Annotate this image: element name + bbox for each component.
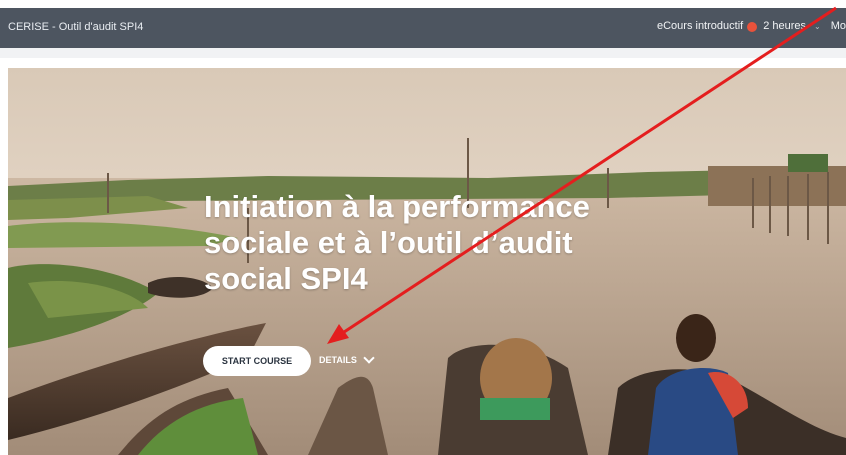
annotation-arrow — [327, 6, 837, 344]
